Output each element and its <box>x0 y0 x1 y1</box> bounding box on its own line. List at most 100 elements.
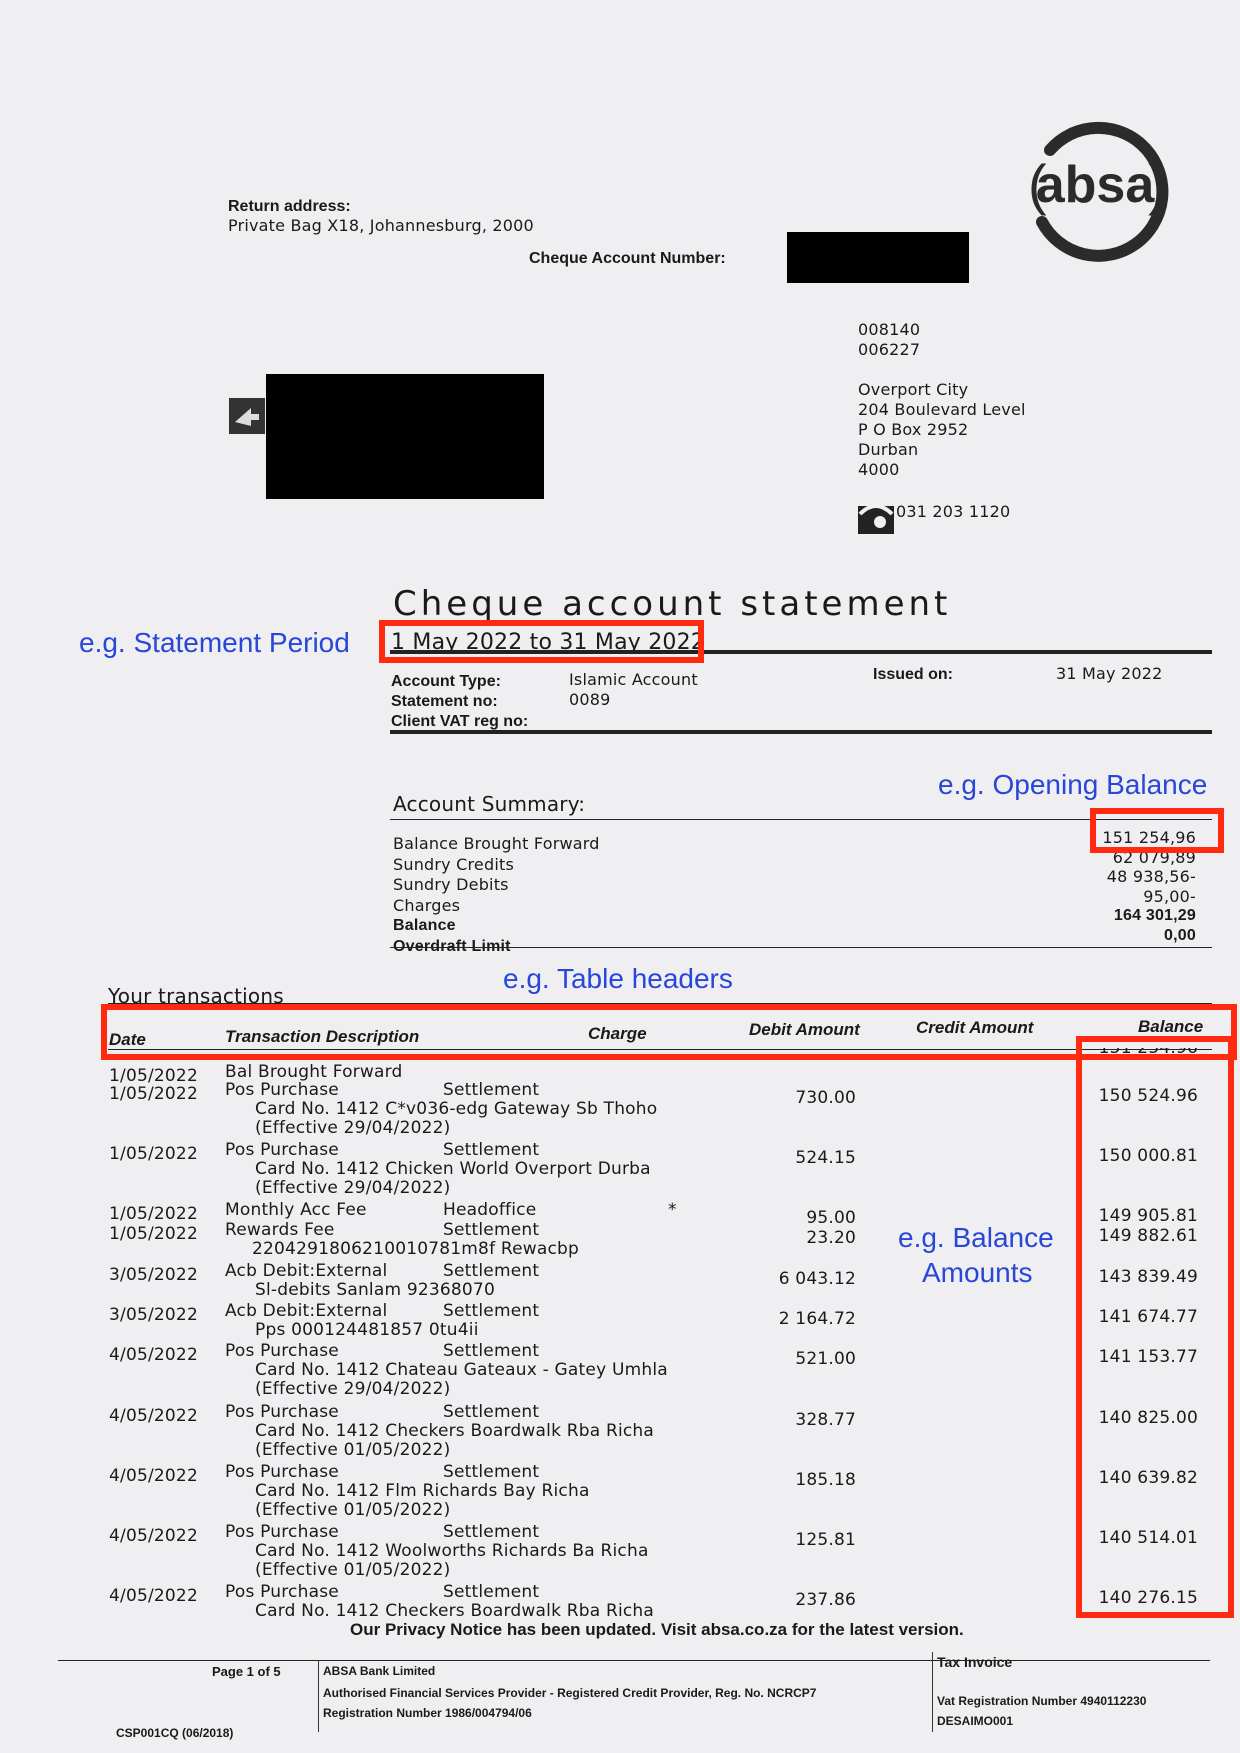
summary-label: Balance <box>393 917 456 934</box>
phone-icon <box>858 504 894 534</box>
row-description: Pos Purchase <box>225 1080 339 1100</box>
branch-code-2: 006227 <box>858 340 921 359</box>
divider <box>390 819 1212 820</box>
row-detail: (Effective 01/05/2022) <box>255 1500 451 1520</box>
registration-text: Registration Number 1986/004794/06 <box>323 1706 532 1720</box>
branch-address-line: 4000 <box>858 460 900 479</box>
company-name: ABSA Bank Limited <box>323 1664 436 1678</box>
row-detail: Card No. 1412 Flm Richards Bay Richa <box>255 1481 590 1501</box>
row-detail: Card No. 1412 Checkers Boardwalk Rba Ric… <box>255 1421 655 1441</box>
footer-divider <box>318 1660 319 1732</box>
tax-invoice: Tax Invoice <box>937 1654 1013 1670</box>
row-description: Acb Debit:External <box>225 1261 388 1281</box>
summary-value: 164 301,29 <box>1113 907 1196 924</box>
row-type: Settlement <box>443 1080 540 1100</box>
row-charge: * <box>668 1200 677 1220</box>
row-type: Settlement <box>443 1301 540 1321</box>
row-detail: (Effective 29/04/2022) <box>255 1118 451 1138</box>
row-date: 1/05/2022 <box>109 1204 198 1224</box>
row-debit: 237.86 <box>795 1590 856 1610</box>
row-debit: 125.81 <box>795 1530 856 1550</box>
statement-no-label: Statement no: <box>391 693 498 710</box>
logo-text: absa <box>1036 156 1156 214</box>
svg-text:): ) <box>1148 153 1167 216</box>
summary-label: Charges <box>393 895 461 915</box>
row-detail: (Effective 29/04/2022) <box>255 1379 451 1399</box>
row-date: 4/05/2022 <box>109 1586 198 1606</box>
row-detail: Card No. 1412 Chicken World Overport Dur… <box>255 1159 651 1179</box>
summary-heading: Account Summary: <box>393 792 586 816</box>
account-number-label: Cheque Account Number: <box>529 250 726 267</box>
account-type: Islamic Account <box>569 670 698 689</box>
branch-address-line: P O Box 2952 <box>858 420 969 439</box>
row-type: Settlement <box>443 1582 540 1602</box>
row-date: 3/05/2022 <box>109 1305 198 1325</box>
recipient-redaction <box>266 374 544 499</box>
branch-phone: 031 203 1120 <box>896 502 1011 521</box>
row-description: Rewards Fee <box>225 1220 335 1240</box>
summary-value: 0,00 <box>1164 926 1196 944</box>
summary-label: Balance Brought Forward <box>393 834 600 853</box>
absa-logo: absa ( ) <box>1028 121 1169 262</box>
row-type: Settlement <box>443 1261 540 1281</box>
branch-address-line: Durban <box>858 440 919 459</box>
row-date: 1/05/2022 <box>109 1224 198 1244</box>
row-date: 4/05/2022 <box>109 1526 198 1546</box>
svg-text:(: ( <box>1028 153 1047 216</box>
highlight-balances <box>1076 1036 1234 1618</box>
row-date: 1/05/2022 <box>109 1144 198 1164</box>
page-number: Page 1 of 5 <box>212 1664 281 1679</box>
form-code: CSP001CQ (06/2018) <box>116 1726 234 1740</box>
row-description: Pos Purchase <box>225 1341 339 1361</box>
row-detail: Sl-debits Sanlam 92368070 <box>255 1280 495 1300</box>
privacy-notice: Our Privacy Notice has been updated. Vis… <box>350 1620 964 1639</box>
highlight-period <box>379 620 704 663</box>
account-info-labels: Account Type: Statement no: Client VAT r… <box>391 672 528 732</box>
mail-arrow-icon <box>229 398 265 434</box>
branch-address-line: Overport City <box>858 380 969 399</box>
highlight-headers <box>101 1004 1237 1060</box>
summary-label: Sundry Credits <box>393 854 514 874</box>
row-debit: 185.18 <box>795 1470 856 1490</box>
row-detail: (Effective 29/04/2022) <box>255 1178 451 1198</box>
statement-page: absa ( ) Return address: Private Bag X18… <box>0 0 1240 1753</box>
row-type: Settlement <box>443 1140 540 1160</box>
row-debit: 521.00 <box>795 1349 856 1369</box>
row-detail: (Effective 01/05/2022) <box>255 1440 451 1460</box>
row-type: Settlement <box>443 1220 540 1240</box>
annotation-period: e.g. Statement Period <box>79 627 350 658</box>
account-number-redaction <box>787 232 969 283</box>
row-debit: 6 043.12 <box>778 1269 856 1289</box>
highlight-opening <box>1090 808 1224 853</box>
row-description: Acb Debit:External <box>225 1301 388 1321</box>
desaim-code: DESAIMO001 <box>937 1714 1014 1728</box>
row-detail: Card No. 1412 Chateau Gateaux - Gatey Um… <box>255 1360 668 1380</box>
row-date: 1/05/2022 <box>109 1084 198 1104</box>
return-address-label: Return address: <box>228 198 351 215</box>
summary-labels: Balance Brought Forward Sundry Credits S… <box>393 834 600 957</box>
row-detail: Card No. 1412 Woolworths Richards Ba Ric… <box>255 1541 649 1561</box>
issued-label: Issued on: <box>873 666 954 683</box>
row-description: Pos Purchase <box>225 1402 339 1422</box>
row-debit: 524.15 <box>795 1148 856 1168</box>
statement-title: Cheque account statement <box>393 584 952 624</box>
row-date: 4/05/2022 <box>109 1406 198 1426</box>
row-type: Settlement <box>443 1462 540 1482</box>
row-debit: 730.00 <box>795 1088 856 1108</box>
vat-label: Client VAT reg no: <box>391 713 529 730</box>
account-info-values: Islamic Account 0089 <box>569 670 698 710</box>
row-description: Pos Purchase <box>225 1462 339 1482</box>
footer-divider <box>58 1660 1210 1661</box>
row-detail: Card No. 1412 Checkers Boardwalk Rba Ric… <box>255 1601 655 1621</box>
row-debit: 95.00 <box>806 1208 856 1228</box>
row-type: Headoffice <box>443 1200 537 1220</box>
row-description: Pos Purchase <box>225 1140 339 1160</box>
branch-codes: 008140 006227 <box>858 320 920 360</box>
row-description: Monthly Acc Fee <box>225 1200 367 1220</box>
row-description: Pos Purchase <box>225 1582 339 1602</box>
row-date: 3/05/2022 <box>109 1265 198 1285</box>
row-detail: Card No. 1412 C*v036-edg Gateway Sb Thoh… <box>255 1099 658 1119</box>
branch-address: Overport City 204 Boulevard Level P O Bo… <box>858 380 1026 480</box>
row-type: Settlement <box>443 1341 540 1361</box>
vat-number: Vat Registration Number 4940112230 <box>937 1694 1147 1708</box>
